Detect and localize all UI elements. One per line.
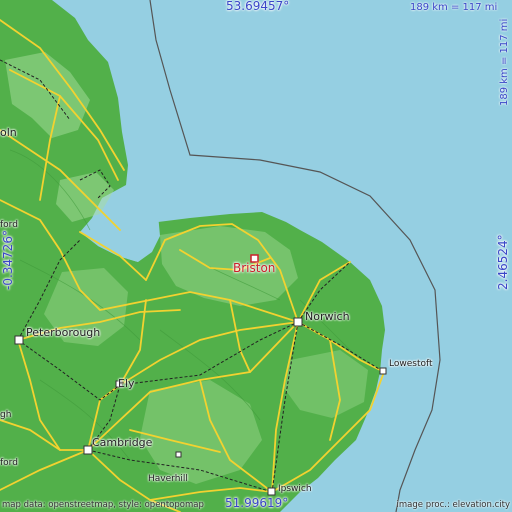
place-spalding-partial: ford <box>0 220 18 230</box>
coord-top: 53.69457° <box>226 0 290 13</box>
map-canvas <box>0 0 512 512</box>
map-view[interactable]: 53.69457° 51.99619° -0.34726° 2.46524° 1… <box>0 0 512 512</box>
place-norwich: Norwich <box>305 310 350 323</box>
place-ipswich: Ipswich <box>278 484 312 494</box>
coord-left: -0.34726° <box>1 230 15 290</box>
place-left-partial: gh <box>0 410 12 420</box>
place-lincoln-partial: oln <box>0 126 17 139</box>
place-haverhill: Haverhill <box>148 474 188 484</box>
place-cambridge: Cambridge <box>92 436 153 449</box>
scale-top: 189 km = 117 mi <box>410 2 498 13</box>
attribution-left: map data: openstreetmap, style: opentopo… <box>2 500 204 510</box>
place-bottom-left-partial: ford <box>0 458 18 468</box>
attribution-right: image proc.: elevation.city <box>396 500 510 510</box>
place-peterborough: Peterborough <box>26 326 101 339</box>
pin-label: Briston <box>233 261 276 275</box>
place-ely: Ely <box>118 377 135 390</box>
place-lowestoft: Lowestoft <box>389 359 433 369</box>
coord-bottom: 51.99619° <box>225 496 289 510</box>
scale-right: 189 km = 117 mi <box>499 18 510 106</box>
coord-right: 2.46524° <box>496 234 510 290</box>
